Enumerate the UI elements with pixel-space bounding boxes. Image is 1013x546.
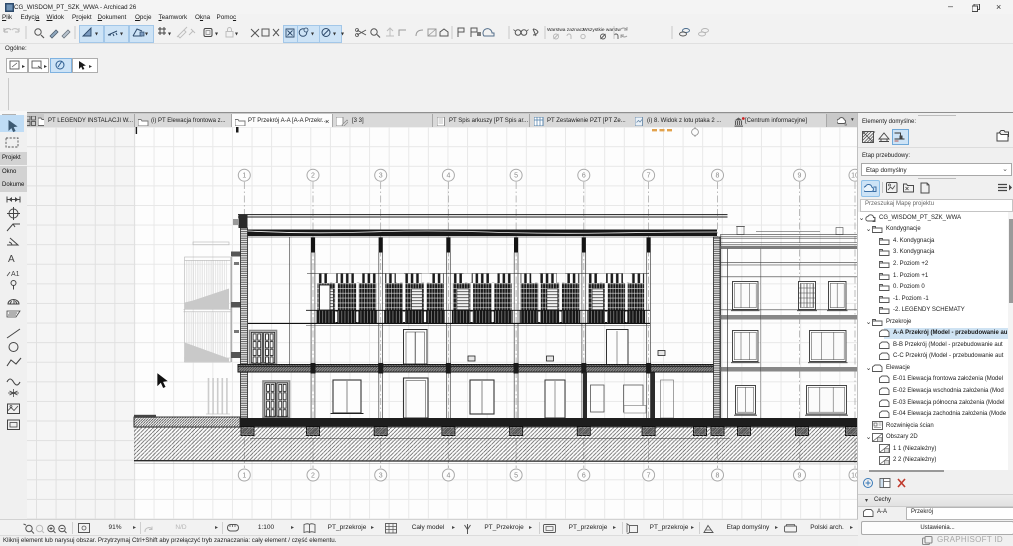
svg-text:▾: ▾ [145, 32, 148, 38]
svg-text:9: 9 [798, 173, 802, 180]
svg-text:a: a [845, 122, 848, 127]
svg-text:1: 1 [242, 173, 246, 180]
svg-text:4: 4 [446, 173, 450, 180]
svg-text:▾: ▾ [120, 32, 123, 38]
svg-text:7: 7 [647, 473, 651, 480]
svg-text:7: 7 [647, 173, 651, 180]
svg-text:6: 6 [582, 473, 586, 480]
svg-text:3: 3 [379, 473, 383, 480]
svg-text:8: 8 [716, 473, 720, 480]
svg-text:6: 6 [582, 173, 586, 180]
svg-text:▾: ▾ [341, 32, 344, 38]
svg-text:1: 1 [242, 473, 246, 480]
svg-text:▾: ▾ [311, 32, 314, 38]
svg-text:5: 5 [514, 173, 518, 180]
svg-text:▸: ▸ [22, 64, 25, 70]
svg-text:Wszystkie warstw: Wszystkie warstw [583, 27, 621, 33]
svg-text:5: 5 [514, 473, 518, 480]
svg-text:A: A [8, 254, 15, 265]
svg-text:▾: ▾ [333, 32, 336, 38]
svg-text:▾: ▾ [235, 32, 238, 38]
svg-text:Warstwa zaznacz: Warstwa zaznacz [547, 27, 585, 33]
svg-text:A1: A1 [11, 271, 20, 278]
svg-text:▾: ▾ [168, 32, 171, 38]
svg-text:3: 3 [379, 173, 383, 180]
svg-text:2: 2 [311, 473, 315, 480]
svg-text:4: 4 [446, 473, 450, 480]
svg-text:9: 9 [798, 473, 802, 480]
svg-text:▾: ▾ [95, 32, 98, 38]
svg-text:8: 8 [716, 173, 720, 180]
svg-text:▾: ▾ [215, 32, 218, 38]
svg-text:2: 2 [311, 173, 315, 180]
svg-text:▸: ▸ [89, 64, 92, 70]
svg-text:▸: ▸ [44, 64, 47, 70]
